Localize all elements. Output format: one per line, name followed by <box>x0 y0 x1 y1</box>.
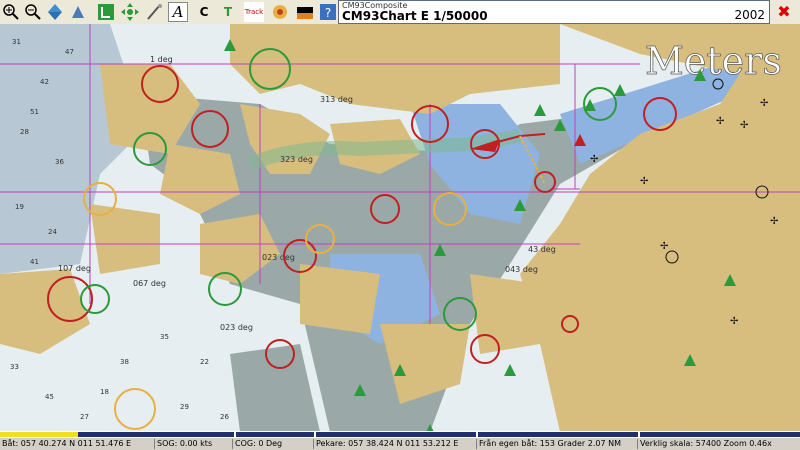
sounding: 33 <box>10 363 19 371</box>
speed-over-ground: SOG: 0.00 kts <box>157 439 213 448</box>
depth-label: 323 deg <box>280 155 313 164</box>
depth-label: 43 deg <box>528 245 556 254</box>
copy-icon[interactable]: C <box>194 2 214 22</box>
sounding: 18 <box>100 388 109 396</box>
svg-text:✢: ✢ <box>640 176 648 187</box>
sounding: 26 <box>220 413 229 421</box>
depth-label: 023 deg <box>220 323 253 332</box>
chart-year: 2002 <box>734 8 765 22</box>
north-up-icon[interactable] <box>45 2 65 22</box>
scale-bar <box>0 431 800 438</box>
watermark-text: Meters <box>645 39 782 83</box>
svg-text:✢: ✢ <box>660 241 668 252</box>
nautical-chart[interactable]: Meters 313 deg 323 deg 43 deg 043 deg 10… <box>0 24 800 432</box>
depth-label: 043 deg <box>505 265 538 274</box>
close-icon[interactable]: ✖ <box>774 3 794 21</box>
island-6 <box>300 264 380 334</box>
track-button-icon[interactable] <box>96 2 116 22</box>
toolbar: A C T Track ? CM93Composite CM93Chart E … <box>0 0 800 25</box>
sounding: 35 <box>160 333 169 341</box>
chart-icon[interactable] <box>270 2 290 22</box>
island-9 <box>470 274 540 354</box>
svg-text:?: ? <box>325 6 331 20</box>
svg-text:✢: ✢ <box>716 116 724 127</box>
tide-icon[interactable]: T <box>218 2 238 22</box>
status-bar: Båt: 057 40.274 N 011 51.476 E SOG: 0.00… <box>0 438 800 450</box>
sounding: 42 <box>40 78 49 86</box>
sounding: 29 <box>180 403 189 411</box>
sounding: 51 <box>30 108 39 116</box>
svg-text:✢: ✢ <box>760 98 768 109</box>
sounding: 27 <box>80 413 89 421</box>
depth-label: 067 deg <box>133 279 166 288</box>
bearing-distance: Från egen båt: 153 Grader 2.07 NM <box>479 439 621 448</box>
course-over-ground: COG: 0 Deg <box>235 439 283 448</box>
measure-icon[interactable] <box>144 2 164 22</box>
scale-zoom: Verklig skala: 57400 Zoom 0.46x <box>640 439 772 448</box>
svg-text:✢: ✢ <box>740 120 748 131</box>
svg-text:✢: ✢ <box>730 316 738 327</box>
sounding: 31 <box>12 38 21 46</box>
pan-icon[interactable] <box>120 2 140 22</box>
zoom-out-icon[interactable] <box>23 2 43 22</box>
track-log-icon[interactable]: Track <box>244 2 264 22</box>
depth-label: 313 deg <box>320 95 353 104</box>
depth-label: 107 deg <box>58 264 91 273</box>
sounding: 24 <box>48 228 57 236</box>
sounding: 19 <box>15 203 24 211</box>
track-icon[interactable] <box>68 2 88 22</box>
chart-title: CM93Chart E 1/50000 <box>342 9 488 23</box>
cursor-position: Pekare: 057 38.424 N 011 53.212 E <box>316 439 459 448</box>
sounding: 22 <box>200 358 209 366</box>
sounding: 36 <box>55 158 64 166</box>
svg-text:✢: ✢ <box>770 216 778 227</box>
sounding: 28 <box>20 128 29 136</box>
color-icon[interactable] <box>294 2 316 22</box>
sounding: 41 <box>30 258 39 266</box>
help-icon[interactable]: ? <box>318 2 338 22</box>
ship-position: Båt: 057 40.274 N 011 51.476 E <box>2 439 132 448</box>
chart-info-panel: CM93Composite CM93Chart E 1/50000 2002 <box>338 0 770 24</box>
text-icon[interactable]: A <box>168 2 188 22</box>
zoom-in-icon[interactable] <box>1 2 21 22</box>
svg-text:✢: ✢ <box>590 154 598 165</box>
sounding: 38 <box>120 358 129 366</box>
depth-label: 023 deg <box>262 253 295 262</box>
depth-label: 1 deg <box>150 55 173 64</box>
sounding: 45 <box>45 393 54 401</box>
sounding: 47 <box>65 48 74 56</box>
